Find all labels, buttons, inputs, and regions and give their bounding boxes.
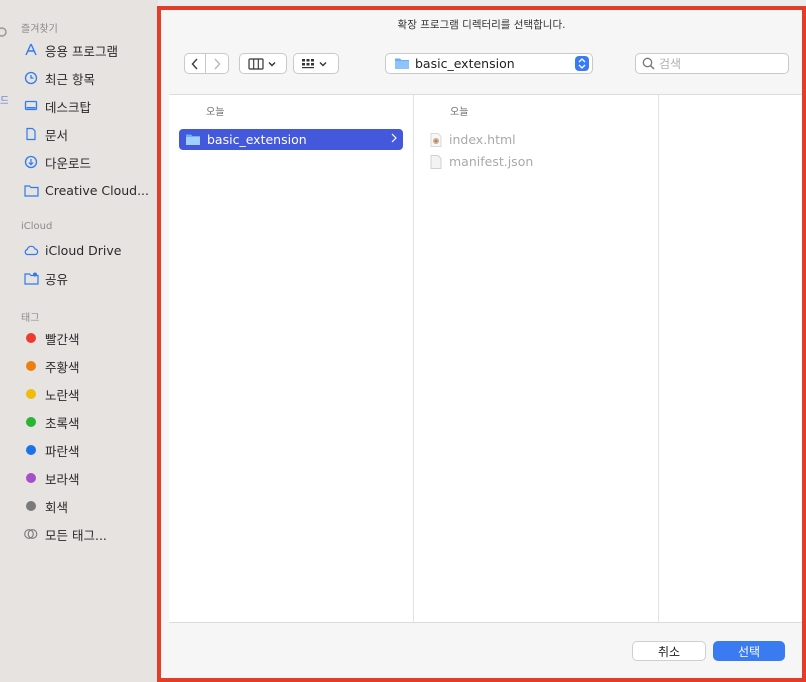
folder-icon	[23, 182, 39, 198]
tag-dot-icon	[23, 470, 39, 486]
sidebar-item-all-tags[interactable]: 모든 태그...	[23, 523, 107, 545]
sidebar-header-tags: 태그	[21, 313, 40, 324]
tag-label: 회색	[45, 499, 69, 515]
sidebar-item-creative-cloud[interactable]: Creative Cloud...	[23, 179, 149, 201]
sidebar-item-label: 데스크탑	[45, 99, 92, 115]
sidebar-item-label: 문서	[45, 127, 69, 143]
tag-item-green[interactable]: 초록색	[23, 411, 80, 433]
view-mode-columns-button[interactable]	[239, 53, 287, 74]
sidebar-item-label: 최근 항목	[45, 71, 95, 87]
group-by-button[interactable]	[293, 53, 339, 74]
browser-column-3	[659, 95, 802, 622]
all-tags-icon	[23, 526, 39, 542]
folder-icon	[185, 133, 201, 146]
background-window-edge: 드	[0, 20, 9, 120]
browser-column-2: 오늘 index.html manifest.json	[414, 95, 658, 622]
sidebar-item-label: 다운로드	[45, 155, 92, 171]
svg-text:드: 드	[0, 96, 8, 107]
tag-label: 주황색	[45, 359, 80, 375]
html-file-icon	[430, 132, 442, 147]
tag-item-gray[interactable]: 회색	[23, 495, 68, 517]
search-icon	[642, 57, 655, 70]
column-header: 오늘	[206, 107, 225, 118]
list-item-manifest-json[interactable]: manifest.json	[430, 151, 650, 172]
desktop-icon	[23, 98, 39, 114]
dialog-title: 확장 프로그램 디렉터리를 선택합니다.	[397, 19, 566, 31]
sidebar: 드 즐겨찾기 응용 프로그램 최근 항목 데스크탑 문서 다운로드 Creati…	[0, 0, 158, 682]
sidebar-item-label: Creative Cloud...	[45, 182, 150, 198]
back-button[interactable]	[184, 53, 206, 74]
sidebar-item-applications[interactable]: 응용 프로그램	[23, 39, 118, 61]
search-placeholder: 검색	[659, 57, 682, 71]
tag-dot-icon	[23, 386, 39, 402]
columns-view-icon	[248, 57, 276, 70]
column-browser: 오늘 basic_extension 오늘 index.html manifes…	[169, 94, 802, 623]
tag-dot-icon	[23, 442, 39, 458]
sidebar-item-desktop[interactable]: 데스크탑	[23, 95, 91, 117]
cloud-icon	[23, 242, 39, 258]
folder-icon	[394, 57, 410, 70]
grid-view-icon	[302, 58, 327, 68]
select-button[interactable]: 선택	[713, 641, 785, 661]
item-name: index.html	[449, 132, 516, 147]
tag-item-blue[interactable]: 파란색	[23, 439, 80, 461]
sidebar-item-label: 모든 태그...	[45, 527, 107, 543]
path-popup-button[interactable]: basic_extension	[385, 53, 593, 74]
chevron-left-icon	[191, 57, 198, 70]
apps-icon	[23, 42, 39, 58]
forward-button[interactable]	[206, 53, 229, 74]
clock-icon	[23, 70, 39, 86]
download-icon	[23, 154, 39, 170]
chevron-right-icon	[391, 133, 397, 143]
sidebar-item-label: 응용 프로그램	[45, 43, 118, 59]
tag-label: 보라색	[45, 471, 80, 487]
tag-item-yellow[interactable]: 노란색	[23, 383, 80, 405]
tag-item-orange[interactable]: 주황색	[23, 355, 80, 377]
chevron-right-icon	[214, 57, 221, 70]
tag-label: 초록색	[45, 415, 80, 431]
popup-chevron-icon	[575, 56, 589, 71]
list-item-index-html[interactable]: index.html	[430, 129, 650, 150]
list-item-basic-extension[interactable]: basic_extension	[179, 129, 403, 150]
cancel-button[interactable]: 취소	[632, 641, 706, 661]
sidebar-header-icloud: iCloud	[21, 221, 53, 232]
tag-dot-icon	[23, 358, 39, 374]
tag-label: 노란색	[45, 387, 80, 403]
item-name: basic_extension	[207, 132, 307, 147]
tag-dot-icon	[23, 414, 39, 430]
sidebar-header-favorites: 즐겨찾기	[21, 24, 58, 35]
tag-dot-icon	[23, 330, 39, 346]
sidebar-item-documents[interactable]: 문서	[23, 123, 68, 145]
sidebar-item-label: iCloud Drive	[45, 242, 122, 258]
tag-item-red[interactable]: 빨간색	[23, 327, 80, 349]
sidebar-item-label: 공유	[45, 271, 69, 287]
file-picker-dialog: 확장 프로그램 디렉터리를 선택합니다. basic_extension 검색 …	[157, 6, 806, 682]
tag-item-purple[interactable]: 보라색	[23, 467, 80, 489]
document-icon	[23, 126, 39, 142]
sidebar-item-icloud-drive[interactable]: iCloud Drive	[23, 239, 121, 261]
search-input[interactable]: 검색	[635, 53, 789, 74]
sidebar-item-shared[interactable]: 공유	[23, 267, 68, 289]
sidebar-item-downloads[interactable]: 다운로드	[23, 151, 91, 173]
item-name: manifest.json	[449, 154, 534, 169]
tag-label: 파란색	[45, 443, 80, 459]
json-file-icon	[430, 154, 442, 169]
tag-label: 빨간색	[45, 331, 80, 347]
shared-folder-icon	[23, 270, 39, 286]
tag-dot-icon	[23, 498, 39, 514]
sidebar-item-recents[interactable]: 최근 항목	[23, 67, 95, 89]
browser-column-1: 오늘 basic_extension	[169, 95, 413, 622]
path-label: basic_extension	[415, 56, 515, 71]
column-header: 오늘	[450, 107, 469, 118]
